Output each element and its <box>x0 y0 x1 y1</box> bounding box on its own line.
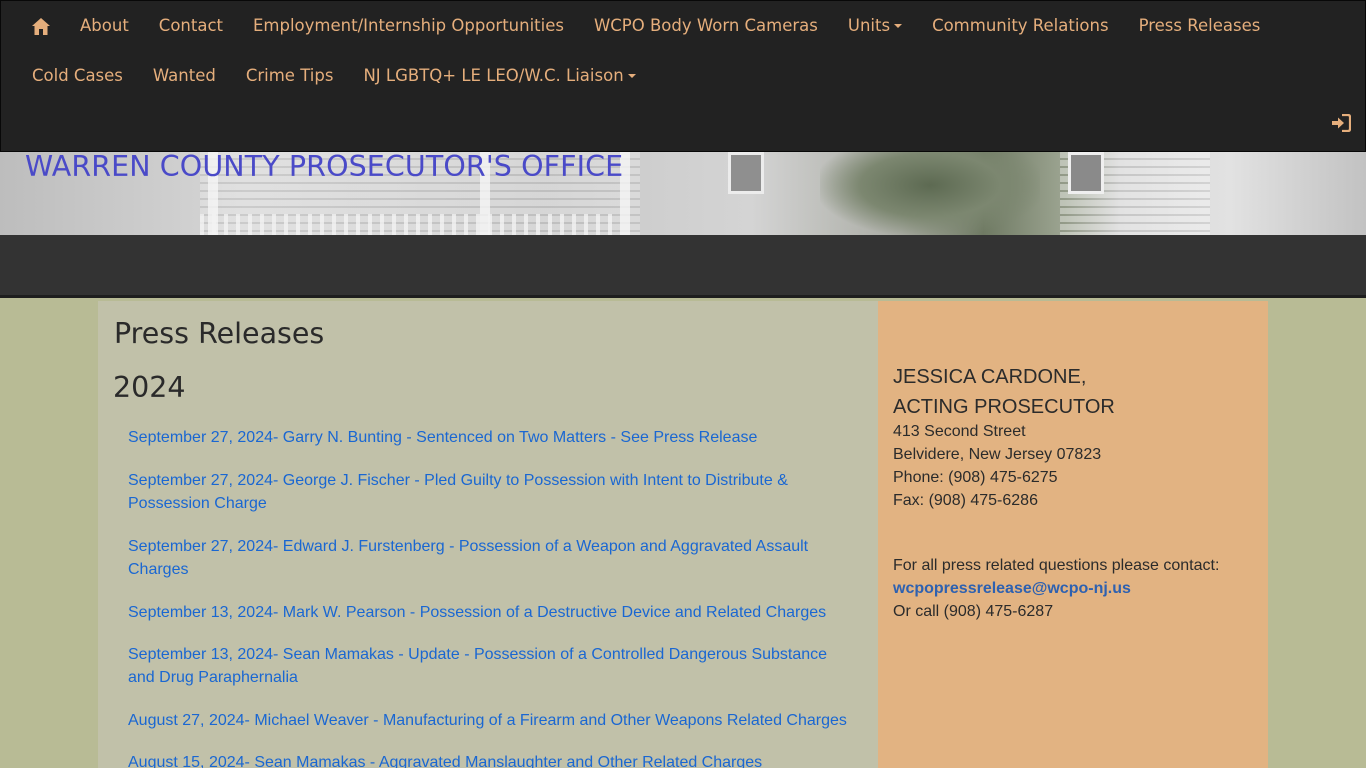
banner-tree <box>820 152 1040 235</box>
nav-units-dropdown[interactable]: Units <box>833 1 917 51</box>
banner-window <box>1068 152 1104 194</box>
press-phone: Or call (908) 475-6287 <box>893 603 1054 620</box>
fax-number: Fax: (908) 475-6286 <box>893 492 1038 509</box>
contact-sidebar: JESSICA CARDONE, ACTING PROSECUTOR 413 S… <box>878 301 1268 768</box>
nav-lgbtq-liaison-label: NJ LGBTQ+ LE LEO/W.C. Liaison <box>363 66 624 85</box>
nav-wanted[interactable]: Wanted <box>138 51 231 101</box>
press-release-link[interactable]: September 27, 2024- George J. Fischer - … <box>128 469 828 515</box>
top-navbar: About Contact Employment/Internship Oppo… <box>0 0 1366 152</box>
press-release-link[interactable]: August 27, 2024- Michael Weaver - Manufa… <box>128 709 858 732</box>
nav-crime-tips[interactable]: Crime Tips <box>231 51 349 101</box>
prosecutor-name: JESSICA CARDONE, <box>893 366 1087 388</box>
login-icon-glyph <box>1332 113 1352 133</box>
caret-down-icon <box>894 23 903 28</box>
press-contact-text: For all press related questions please c… <box>893 557 1220 574</box>
site-title: WARREN COUNTY PROSECUTOR'S OFFICE <box>25 150 624 183</box>
phone-number: Phone: (908) 475-6275 <box>893 469 1058 486</box>
nav-row-primary: About Contact Employment/Internship Oppo… <box>17 1 1275 51</box>
nav-about[interactable]: About <box>65 1 144 51</box>
banner-window <box>728 152 764 194</box>
banner-railing <box>200 214 620 235</box>
login-icon[interactable] <box>1331 113 1353 136</box>
nav-cold-cases[interactable]: Cold Cases <box>17 51 138 101</box>
nav-body-worn-cameras[interactable]: WCPO Body Worn Cameras <box>579 1 833 51</box>
nav-employment[interactable]: Employment/Internship Opportunities <box>238 1 579 51</box>
caret-down-icon <box>627 73 636 78</box>
nav-row-secondary: Cold Cases Wanted Crime Tips NJ LGBTQ+ L… <box>17 51 651 101</box>
home-icon-glyph <box>32 17 50 35</box>
home-icon[interactable] <box>17 1 65 51</box>
secondary-bar <box>0 235 1366 298</box>
press-release-link[interactable]: August 15, 2024- Sean Mamakas - Aggravat… <box>128 751 858 768</box>
press-release-link[interactable]: September 13, 2024- Mark W. Pearson - Po… <box>128 601 858 624</box>
prosecutor-title: ACTING PROSECUTOR <box>893 396 1115 418</box>
press-email-link[interactable]: wcpopressrelease@wcpo-nj.us <box>893 580 1131 598</box>
year-heading: 2024 <box>113 371 186 404</box>
nav-units-label: Units <box>847 16 891 35</box>
nav-contact[interactable]: Contact <box>144 1 238 51</box>
nav-lgbtq-liaison-dropdown[interactable]: NJ LGBTQ+ LE LEO/W.C. Liaison <box>348 51 650 101</box>
press-release-link[interactable]: September 27, 2024- Edward J. Furstenber… <box>128 535 828 581</box>
nav-community-relations[interactable]: Community Relations <box>917 1 1124 51</box>
nav-press-releases[interactable]: Press Releases <box>1124 1 1276 51</box>
press-release-link[interactable]: September 13, 2024- Sean Mamakas - Updat… <box>128 643 838 689</box>
main-content: Press Releases 2024 September 27, 2024- … <box>98 301 878 768</box>
address-line-2: Belvidere, New Jersey 07823 <box>893 446 1102 463</box>
page-title: Press Releases <box>114 317 325 350</box>
press-release-link[interactable]: September 27, 2024- Garry N. Bunting - S… <box>128 426 828 449</box>
address-line-1: 413 Second Street <box>893 423 1026 440</box>
